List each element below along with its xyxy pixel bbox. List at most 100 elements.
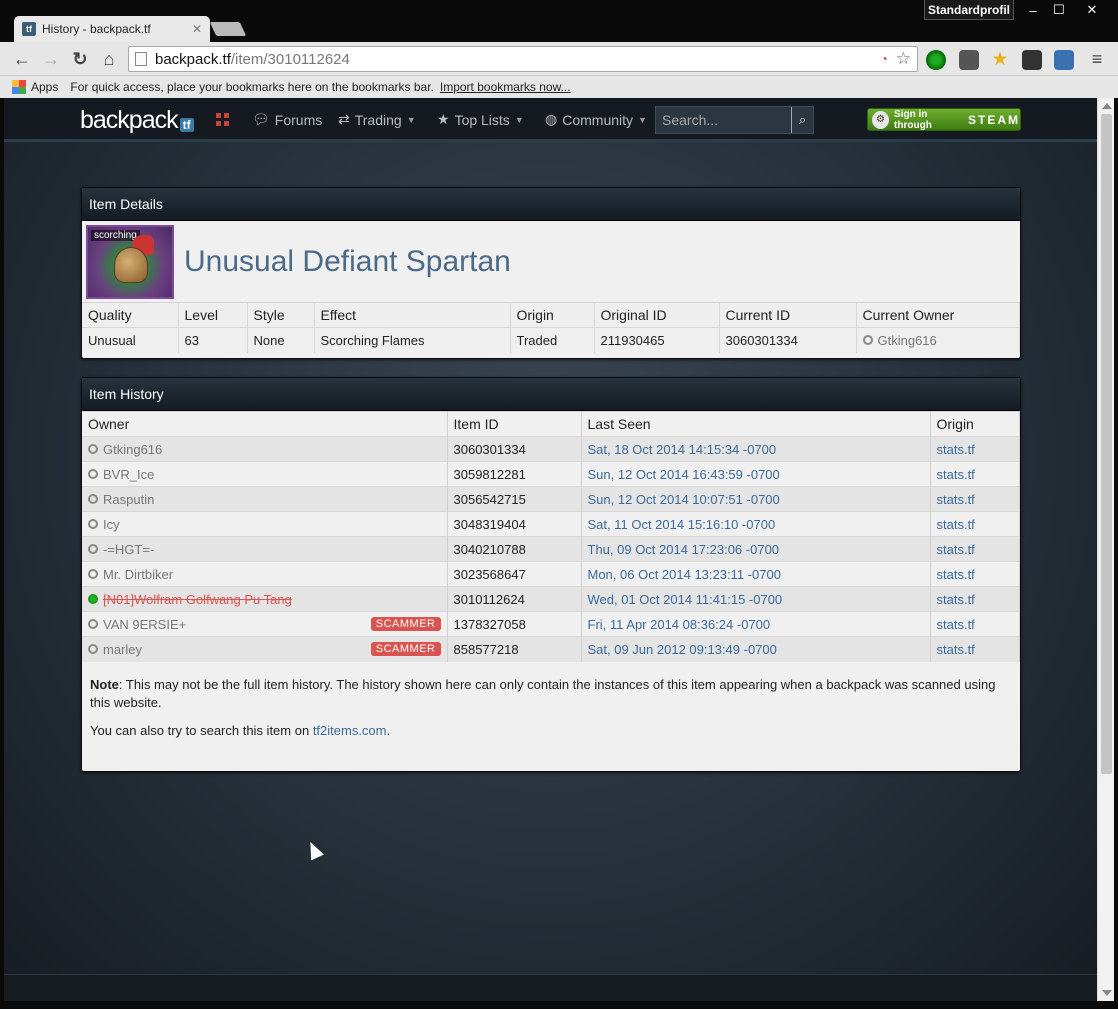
note-text: : This may not be the full item history.… (90, 676, 996, 710)
search-end: . (386, 722, 391, 738)
item-id-cell: 3056542715 (447, 486, 582, 512)
last-seen-link[interactable]: Sat, 11 Oct 2014 15:16:10 -0700 (581, 511, 931, 537)
owner-link-flagged[interactable]: [N01]Wolfram Golfwang Pu Tang (103, 592, 292, 607)
owner-link[interactable]: BVR_Ice (103, 467, 154, 482)
url-host: backpack.tf (155, 50, 231, 68)
logo-suffix: tf (179, 118, 194, 132)
search-input[interactable] (662, 112, 792, 128)
item-id-cell: 3040210788 (447, 536, 582, 562)
blocked-popup-icon[interactable]: ◔ (881, 52, 888, 66)
tf2items-link[interactable]: tf2items.com (313, 723, 387, 738)
col-original-id: Original ID (594, 302, 720, 328)
last-seen-link[interactable]: Sat, 09 Jun 2012 09:13:49 -0700 (581, 636, 931, 662)
owner-link[interactable]: VAN 9ERSIE+ (103, 617, 186, 632)
scrollbar-thumb[interactable] (1101, 114, 1112, 774)
nav-community[interactable]: ◍ Community ▼ (545, 111, 647, 128)
item-id-cell: 3059812281 (447, 461, 582, 487)
helmet-icon (114, 246, 148, 283)
bookmark-star-icon[interactable]: ☆ (896, 49, 911, 69)
owner-link[interactable]: Gtking616 (103, 442, 162, 457)
steam-logo-icon: ⚙ (872, 110, 890, 129)
origin-link[interactable]: stats.tf (930, 536, 1020, 562)
extension-green-icon[interactable] (926, 50, 946, 70)
nav-top-lists[interactable]: ★ Top Lists ▼ (437, 111, 524, 128)
item-id-cell: 3048319404 (447, 511, 582, 537)
original-id-value: 211930465 (594, 327, 720, 353)
scroll-down-icon[interactable] (1102, 990, 1112, 996)
origin-link[interactable]: stats.tf (930, 611, 1020, 637)
import-bookmarks-link[interactable]: Import bookmarks now... (440, 80, 571, 94)
scroll-up-icon[interactable] (1102, 103, 1112, 109)
page-scrollbar[interactable] (1097, 98, 1114, 1001)
col-owner: Owner (82, 411, 448, 437)
nav-forums[interactable]: 💬︎ Forums (252, 111, 322, 128)
current-owner-link[interactable]: Gtking616 (878, 333, 937, 348)
profile-button[interactable]: Standardprofil (924, 0, 1014, 20)
chrome-menu-icon[interactable]: ≡ (1086, 49, 1108, 69)
last-seen-link[interactable]: Sat, 18 Oct 2014 14:15:34 -0700 (581, 436, 931, 462)
browser-tab[interactable]: tf History - backpack.tf ✕ (14, 16, 210, 42)
item-header: scorching Unusual Defiant Spartan (82, 221, 1020, 302)
origin-link[interactable]: stats.tf (930, 461, 1020, 487)
grid-icon[interactable] (216, 113, 229, 126)
search-icon[interactable]: ⌕ (791, 107, 813, 133)
nav-trading[interactable]: ⇄ Trading ▼ (338, 111, 416, 128)
item-details-panel: Item Details scorching Unusual Defiant S… (81, 187, 1021, 359)
window-border-bottom (0, 1001, 1118, 1009)
origin-link[interactable]: stats.tf (930, 511, 1020, 537)
table-row: Icy 3048319404 Sat, 11 Oct 2014 15:16:10… (82, 511, 1020, 537)
steam-word: STEAM (968, 112, 1020, 127)
steam-sign-in-label: Sign in through (894, 108, 932, 131)
last-seen-link[interactable]: Wed, 01 Oct 2014 11:41:15 -0700 (581, 586, 931, 612)
steam-sign-in-button[interactable]: ⚙ Sign in through STEAM (867, 108, 1021, 131)
site-logo[interactable]: backpack tf (80, 106, 194, 135)
owner-link[interactable]: marley (103, 642, 142, 657)
owner-link[interactable]: Mr. Dirtbiker (103, 567, 173, 582)
quality-value: Unusual (82, 327, 179, 353)
owner-link[interactable]: Icy (103, 517, 120, 532)
table-row: [N01]Wolfram Golfwang Pu Tang 3010112624… (82, 586, 1020, 612)
window-border-left (0, 98, 4, 1009)
new-tab-button[interactable] (209, 22, 247, 36)
site-footer (4, 974, 1097, 1001)
tab-close-icon[interactable]: ✕ (192, 22, 202, 36)
origin-link[interactable]: stats.tf (930, 486, 1020, 512)
bookmarks-apps[interactable]: Apps (31, 80, 58, 94)
last-seen-link[interactable]: Thu, 09 Oct 2014 17:23:06 -0700 (581, 536, 931, 562)
extension-star-icon[interactable]: ★ (990, 50, 1010, 70)
maximize-icon[interactable]: ☐ (1044, 0, 1074, 20)
item-details-row: Unusual 63 None Scorching Flames Traded … (82, 327, 1020, 353)
home-icon[interactable]: ⌂ (98, 49, 120, 69)
last-seen-link[interactable]: Sun, 12 Oct 2014 10:07:51 -0700 (581, 486, 931, 512)
offline-status-icon (88, 569, 98, 579)
page-viewport: backpack tf 💬︎ Forums ⇄ Trading ▼ ★ Top … (4, 98, 1097, 1001)
extension-shield-icon[interactable] (1054, 50, 1074, 70)
col-history-origin: Origin (930, 411, 1020, 437)
last-seen-link[interactable]: Fri, 11 Apr 2014 08:36:24 -0700 (581, 611, 931, 637)
address-bar[interactable]: backpack.tf /item/3010112624 ◔ ☆ (128, 46, 918, 72)
owner-link[interactable]: -=HGT=- (103, 542, 154, 557)
nav-community-label: Community (562, 111, 634, 128)
origin-link[interactable]: stats.tf (930, 436, 1020, 462)
chevron-down-icon: ▼ (638, 114, 647, 125)
item-id-cell: 3023568647 (447, 561, 582, 587)
col-origin: Origin (510, 302, 595, 328)
reload-icon[interactable]: ↻ (69, 49, 91, 69)
col-quality: Quality (82, 302, 179, 328)
origin-link[interactable]: stats.tf (930, 561, 1020, 587)
origin-link[interactable]: stats.tf (930, 636, 1020, 662)
item-image[interactable]: scorching (86, 224, 174, 299)
bookmarks-bar: Apps For quick access, place your bookma… (0, 76, 1118, 98)
forward-icon[interactable]: → (40, 49, 62, 69)
back-icon[interactable]: ← (11, 49, 33, 69)
item-id-cell: 3060301334 (447, 436, 582, 462)
origin-link[interactable]: stats.tf (930, 586, 1020, 612)
owner-link[interactable]: Rasputin (103, 492, 154, 507)
last-seen-link[interactable]: Mon, 06 Oct 2014 13:23:11 -0700 (581, 561, 931, 587)
nav-forums-label: Forums (274, 111, 323, 128)
extension-dark-icon[interactable] (1022, 50, 1042, 70)
apps-icon[interactable] (12, 80, 26, 94)
extension-mail-icon[interactable] (959, 50, 979, 70)
close-window-icon[interactable]: ✕ (1077, 0, 1107, 20)
last-seen-link[interactable]: Sun, 12 Oct 2014 16:43:59 -0700 (581, 461, 931, 487)
